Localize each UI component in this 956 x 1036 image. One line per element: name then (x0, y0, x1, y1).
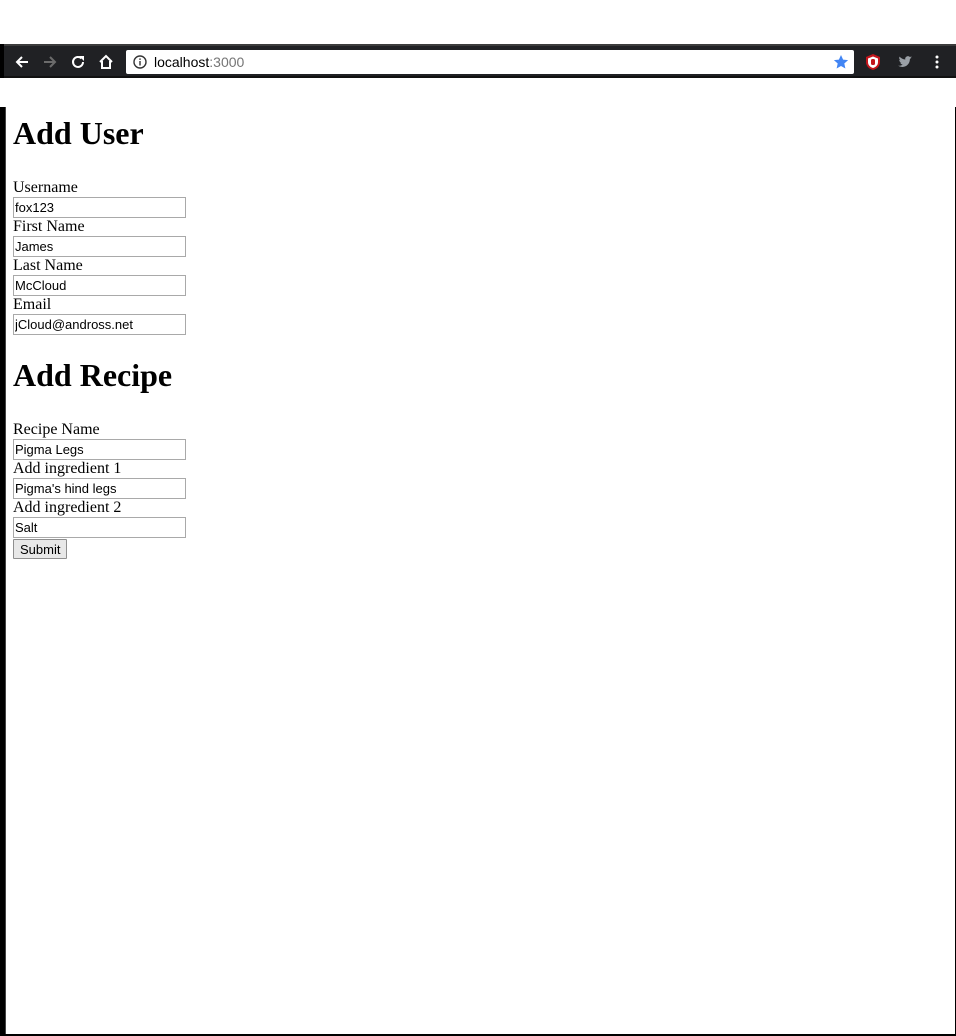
ingredient-2-label: Add ingredient 2 (13, 499, 122, 516)
info-icon[interactable] (133, 55, 147, 69)
recipe-name-input[interactable] (13, 439, 186, 460)
recipe-name-label: Recipe Name (13, 421, 100, 438)
first-name-label: First Name (13, 218, 85, 235)
last-name-label: Last Name (13, 257, 83, 274)
back-icon[interactable] (10, 50, 34, 74)
window-frame-left (0, 107, 6, 1036)
ublock-icon[interactable] (861, 50, 885, 74)
last-name-input[interactable] (13, 275, 186, 296)
home-icon[interactable] (94, 50, 118, 74)
email-input[interactable] (13, 314, 186, 335)
add-recipe-form: Add Recipe Recipe Name Add ingredient 1 … (13, 357, 943, 559)
bookmark-star-icon[interactable] (833, 54, 849, 70)
window-frame-left-top (0, 44, 4, 78)
ingredient-1-input[interactable] (13, 478, 186, 499)
ingredient-1-label: Add ingredient 1 (13, 460, 122, 477)
browser-toolbar: localhost:3000 (0, 44, 956, 78)
page-content: Add User Username First Name Last Name E… (13, 107, 943, 559)
url-host: localhost (154, 54, 210, 70)
menu-icon[interactable] (925, 50, 949, 74)
username-input[interactable] (13, 197, 186, 218)
forward-icon[interactable] (38, 50, 62, 74)
username-label: Username (13, 179, 78, 196)
url-port: :3000 (209, 54, 245, 70)
first-name-input[interactable] (13, 236, 186, 257)
email-label: Email (13, 296, 52, 313)
submit-button[interactable]: Submit (13, 539, 68, 559)
add-user-heading: Add User (13, 115, 144, 151)
twitter-icon[interactable] (893, 50, 917, 74)
address-bar[interactable]: localhost:3000 (126, 50, 854, 74)
add-recipe-heading: Add Recipe (13, 357, 173, 393)
ingredient-2-input[interactable] (13, 517, 186, 538)
address-url: localhost:3000 (154, 54, 244, 70)
add-user-form: Add User Username First Name Last Name E… (13, 115, 943, 335)
reload-icon[interactable] (66, 50, 90, 74)
